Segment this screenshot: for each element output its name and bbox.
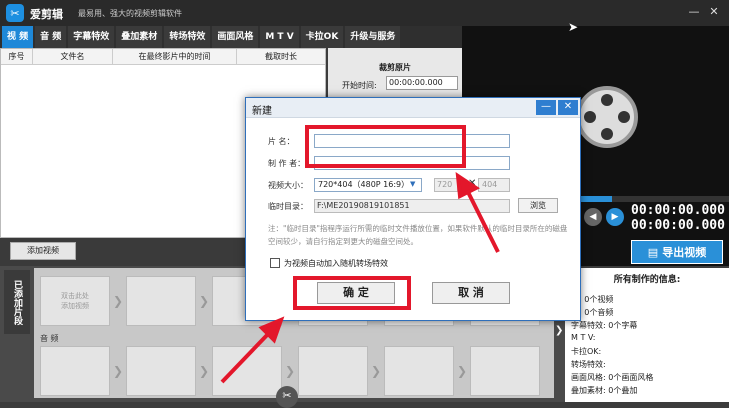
annotation-arrows [220,171,500,384]
mouse-cursor-icon: ➤ [568,20,579,34]
annotation-arrow-line [465,189,500,253]
annotation-arrow-line [220,330,272,384]
annotation-arrow-head [455,171,480,200]
